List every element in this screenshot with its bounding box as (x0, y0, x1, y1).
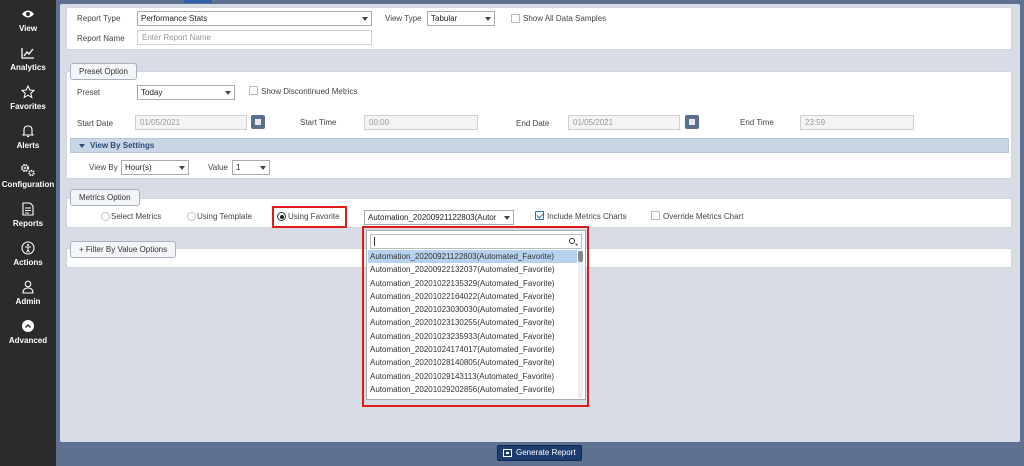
chevron-down-icon (179, 166, 185, 170)
sidebar-item-configuration[interactable]: Configuration (0, 158, 56, 197)
chevron-down-icon (504, 216, 510, 220)
preset-select[interactable]: Today (137, 85, 235, 100)
favorite-select[interactable]: Automation_20200921122803(Autor (364, 210, 514, 225)
show-all-samples-checkbox[interactable] (511, 14, 520, 23)
generate-report-button[interactable]: Generate Report (497, 445, 582, 461)
sidebar-item-alerts[interactable]: Alerts (0, 119, 56, 158)
sidebar-item-actions[interactable]: Actions (0, 236, 56, 275)
gears-icon (20, 162, 36, 178)
bell-icon (20, 123, 36, 139)
sidebar-item-label: Alerts (16, 141, 40, 150)
start-date-input[interactable]: 01/05/2021 (135, 115, 247, 130)
sidebar-item-advanced[interactable]: Advanced (0, 314, 56, 353)
using-favorite-highlight (272, 206, 347, 228)
show-discontinued-checkbox[interactable] (249, 86, 258, 95)
view-type-label: View Type (385, 14, 422, 23)
view-by-select[interactable]: Hour(s) (121, 160, 189, 175)
eye-icon (20, 6, 36, 22)
start-time-input[interactable]: 00:00 (364, 115, 478, 130)
chart-line-icon (20, 45, 36, 61)
calendar-icon[interactable] (251, 115, 265, 129)
tab-metrics-option[interactable]: Metrics Option (70, 189, 140, 206)
show-all-samples-label: Show All Data Samples (523, 14, 607, 23)
chevron-down-icon (362, 17, 368, 21)
view-by-settings-header[interactable]: View By Settings (70, 138, 1009, 153)
favorite-select-value: Automation_20200921122803(Autor (368, 213, 497, 222)
preset-label: Preset (77, 88, 101, 97)
sidebar-item-label: Actions (13, 258, 43, 267)
include-charts-label: Include Metrics Charts (547, 212, 627, 221)
sidebar-item-favorites[interactable]: Favorites (0, 80, 56, 119)
report-type-label: Report Type (77, 14, 121, 23)
show-discontinued-label: Show Discontinued Metrics (261, 87, 358, 96)
chevron-down-icon (485, 17, 491, 21)
sidebar-item-label: Advanced (8, 336, 48, 345)
sidebar-item-label: Configuration (1, 180, 55, 189)
end-time-input[interactable]: 23:59 (800, 115, 914, 130)
select-metrics-radio[interactable] (101, 212, 110, 221)
star-icon (20, 84, 36, 100)
value-select[interactable]: 1 (232, 160, 270, 175)
report-icon (503, 449, 512, 457)
preset-value: Today (141, 88, 163, 97)
report-name-label: Report Name (77, 34, 125, 43)
using-template-radio[interactable] (187, 212, 196, 221)
override-chart-label: Override Metrics Chart (663, 212, 744, 221)
sidebar-item-reports[interactable]: Reports (0, 197, 56, 236)
sidebar-item-label: Admin (15, 297, 41, 306)
document-icon (20, 201, 36, 217)
calendar-icon[interactable] (685, 115, 699, 129)
end-date-label: End Date (516, 119, 550, 128)
view-type-select[interactable]: Tabular (427, 11, 495, 26)
select-metrics-label: Select Metrics (111, 212, 162, 221)
report-type-value: Performance Stats (141, 14, 208, 23)
end-time-label: End Time (740, 118, 774, 127)
report-name-input[interactable]: Enter Report Name (137, 30, 372, 45)
using-template-label: Using Template (197, 212, 252, 221)
value-value: 1 (236, 163, 241, 172)
view-by-settings-label: View By Settings (90, 141, 155, 150)
chevron-down-icon (260, 166, 266, 170)
report-type-select[interactable]: Performance Stats (137, 11, 372, 26)
filter-by-value-button[interactable]: + Filter By Value Options (70, 241, 177, 258)
end-date-input[interactable]: 01/05/2021 (568, 115, 680, 130)
sidebar-item-view[interactable]: View (0, 2, 56, 41)
sidebar-item-label: View (18, 24, 38, 33)
view-by-label: View By (89, 163, 118, 172)
collapse-triangle-icon (79, 144, 85, 148)
sidebar-item-admin[interactable]: Admin (0, 275, 56, 314)
tab-preset-option[interactable]: Preset Option (70, 63, 137, 80)
include-charts-checkbox[interactable] (535, 211, 544, 220)
accessibility-icon (20, 240, 36, 256)
active-tab-indicator (184, 0, 212, 3)
chevron-down-icon (225, 91, 231, 95)
dropdown-highlight (362, 226, 589, 407)
value-label: Value (208, 163, 228, 172)
sidebar-item-analytics[interactable]: Analytics (0, 41, 56, 80)
view-type-value: Tabular (431, 14, 458, 23)
start-time-label: Start Time (300, 118, 337, 127)
sidebar-nav: View Analytics Favorites Alerts Configur… (0, 0, 56, 466)
sidebar-item-label: Reports (12, 219, 44, 228)
generate-report-label: Generate Report (516, 448, 576, 457)
sidebar-item-label: Analytics (10, 63, 46, 72)
start-date-label: Start Date (77, 119, 114, 128)
view-by-value: Hour(s) (125, 163, 152, 172)
user-icon (20, 279, 36, 295)
chevron-up-circle-icon (20, 318, 36, 334)
sidebar-item-label: Favorites (10, 102, 46, 111)
override-chart-checkbox[interactable] (651, 211, 660, 220)
